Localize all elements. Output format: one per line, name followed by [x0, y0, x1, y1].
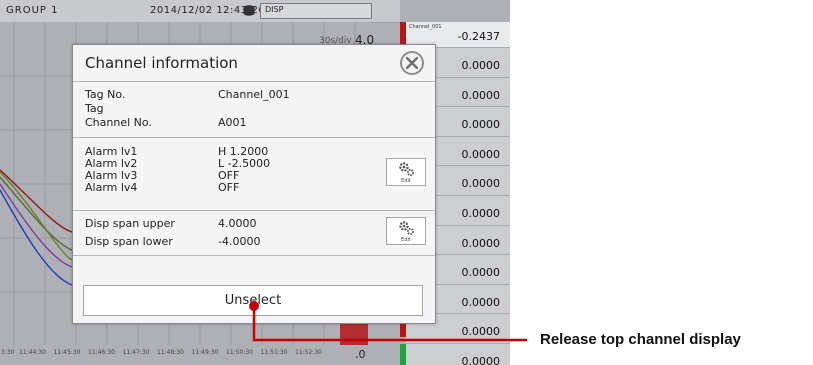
channel-value: 0.0000 — [461, 207, 501, 220]
group-name[interactable]: GROUP 1 — [6, 5, 58, 16]
time-tick: 11:51:30 — [260, 349, 288, 356]
edit-span-button[interactable]: Edit — [386, 217, 426, 245]
edit-label: Edit — [401, 237, 411, 243]
close-button[interactable] — [400, 51, 424, 75]
time-tick: 11:50:30 — [226, 349, 253, 356]
channel-value: 0.0000 — [461, 295, 501, 309]
time-tick: 11:48:30 — [157, 349, 184, 356]
tag-label: Tag — [85, 102, 104, 115]
disp-span-lower-label: Disp span lower — [85, 235, 173, 248]
close-icon — [406, 57, 418, 69]
callout-label: Release top channel display — [540, 331, 741, 348]
channel-name: Channel_001 — [409, 24, 442, 30]
channel-value: 0.0000 — [461, 355, 501, 365]
divider — [73, 81, 435, 82]
time-tick: 11:46:30 — [88, 349, 115, 356]
channel-row[interactable]: 0.0000 — [406, 344, 510, 365]
tag-no-label: Tag No. — [85, 88, 126, 101]
channel-information-dialog: Channel information Tag No. Channel_001 … — [72, 44, 436, 324]
channel-no-value: A001 — [218, 116, 247, 129]
channel-value: 0.0000 — [461, 177, 501, 191]
status-bar: GROUP 1 2014/12/02 12:43:26 DISP — [0, 0, 400, 23]
channel-value: 0.0000 — [461, 59, 501, 72]
alarm-lv4-value: OFF — [218, 181, 240, 194]
time-tick: 11:44:30 — [19, 349, 46, 356]
channel-value: 0.0000 — [461, 118, 501, 132]
edit-label: Edit — [401, 178, 411, 184]
divider — [73, 137, 435, 138]
alarm-lv4-label: Alarm lv4 — [85, 181, 138, 194]
tag-no-value: Channel_001 — [218, 88, 290, 101]
channel-value: 0.0000 — [461, 147, 501, 161]
channel-value: 0.0000 — [461, 266, 501, 280]
divider — [73, 210, 435, 211]
disp-span-upper-value: 4.0000 — [218, 217, 257, 230]
channel-value: -0.2437 — [457, 30, 500, 43]
dialog-title: Channel information — [85, 54, 238, 72]
disp-label: DISP — [265, 5, 284, 14]
edit-alarm-button[interactable]: Edit — [386, 158, 426, 186]
time-tick: 11:49:30 — [191, 349, 219, 356]
channel-no-label: Channel No. — [85, 116, 152, 129]
callout-marker — [249, 301, 259, 311]
disp-span-upper-label: Disp span upper — [85, 217, 175, 230]
gear-icon — [399, 162, 414, 176]
channel-value: 0.0000 — [461, 88, 501, 102]
gear-icon — [399, 221, 414, 235]
disk-icon — [243, 5, 255, 16]
channel-value: 0.0000 — [461, 325, 501, 339]
channel-value: 0.0000 — [461, 236, 501, 250]
time-tick: 11:47:30 — [122, 349, 150, 356]
time-tick: 11:52:30 — [295, 349, 322, 356]
time-axis: 3:30 11:44:30 11:45:30 11:46:30 11:47:30 11:4… — [0, 345, 370, 365]
time-tick: 11:45:30 — [53, 349, 81, 356]
disp-indicator: DISP — [243, 3, 372, 19]
time-tick: 3:30 — [1, 349, 15, 356]
divider — [73, 255, 435, 256]
disp-span-lower-value: -4.0000 — [218, 235, 261, 248]
